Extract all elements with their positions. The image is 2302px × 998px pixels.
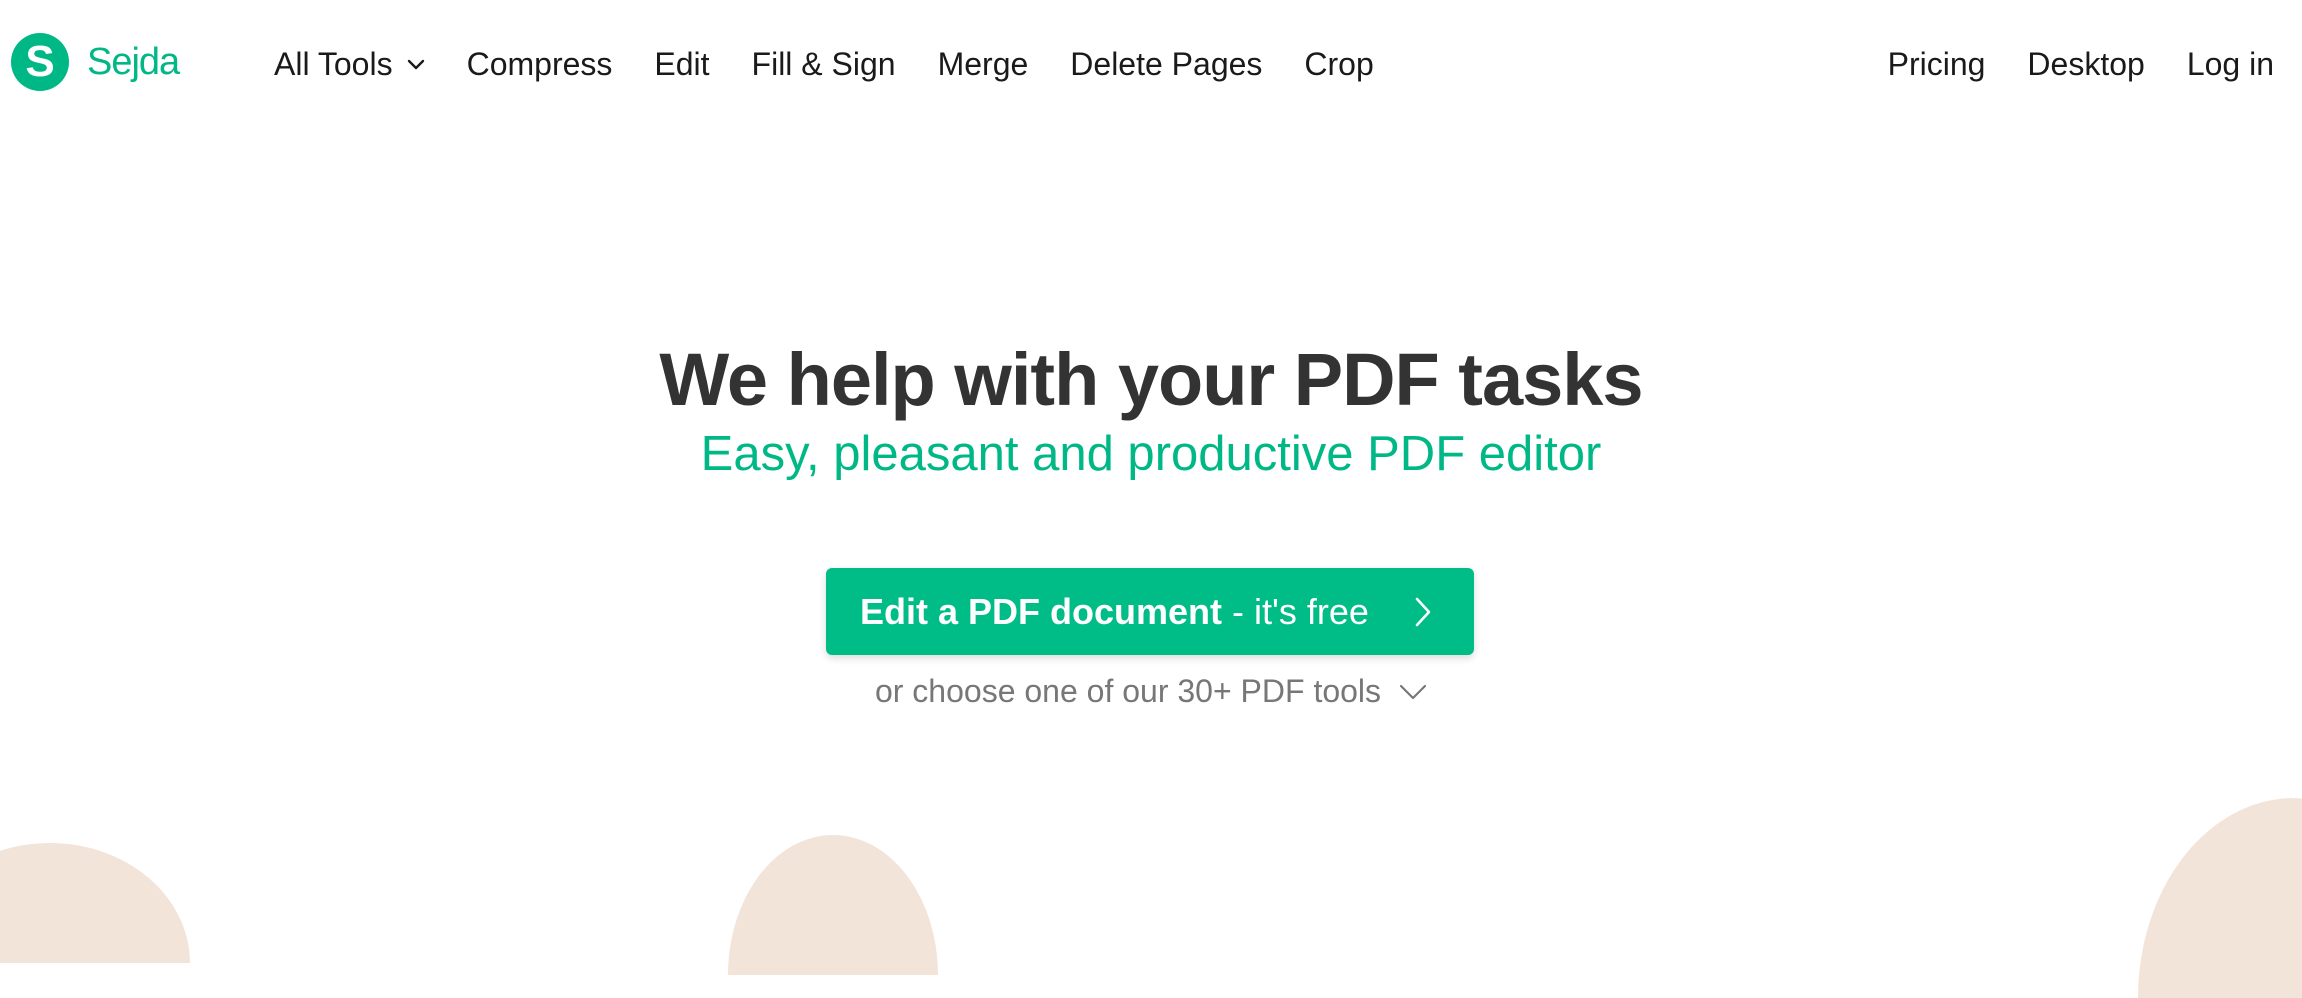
chevron-right-icon xyxy=(1415,597,1431,627)
decorative-blob xyxy=(0,843,190,963)
chevron-down-icon xyxy=(1399,684,1427,699)
edit-pdf-button[interactable]: Edit a PDF document - it's free xyxy=(826,568,1474,655)
secondary-nav: Pricing Desktop Log in xyxy=(1888,40,2274,88)
choose-tools-link[interactable]: or choose one of our 30+ PDF tools xyxy=(0,673,2302,710)
tools-link-label: or choose one of our 30+ PDF tools xyxy=(874,673,1382,709)
hero-subtitle: Easy, pleasant and productive PDF editor xyxy=(700,427,1602,481)
logo-text: Sejda xyxy=(87,40,180,83)
logo-link[interactable]: S Sejda xyxy=(11,33,180,91)
nav-item-fill-sign[interactable]: Fill & Sign xyxy=(752,46,896,83)
hero-title: We help with your PDF tasks xyxy=(659,338,1643,421)
nav-item-merge[interactable]: Merge xyxy=(938,46,1029,83)
cta-label-light: - it's free xyxy=(1232,590,1369,632)
cta-label-strong: Edit a PDF document xyxy=(860,590,1223,632)
nav-item-crop[interactable]: Crop xyxy=(1304,46,1373,83)
chevron-down-icon xyxy=(407,59,424,70)
nav-item-label: All Tools xyxy=(274,45,393,82)
nav-item-edit[interactable]: Edit xyxy=(654,46,709,83)
nav-item-desktop[interactable]: Desktop xyxy=(2027,46,2144,83)
decorative-blob xyxy=(2138,798,2302,998)
main-nav: All Tools Compress Edit Fill & Sign Merg… xyxy=(274,40,1374,88)
site-header: S Sejda All Tools Compress Edit Fill & S… xyxy=(0,0,2302,128)
nav-item-all-tools[interactable]: All Tools xyxy=(274,46,425,83)
decorative-blob xyxy=(728,835,938,975)
nav-item-pricing[interactable]: Pricing xyxy=(1888,46,1986,83)
nav-item-compress[interactable]: Compress xyxy=(467,46,613,83)
login-link[interactable]: Log in xyxy=(2187,46,2274,83)
logo-icon: S xyxy=(11,33,69,91)
nav-item-delete-pages[interactable]: Delete Pages xyxy=(1070,46,1262,83)
